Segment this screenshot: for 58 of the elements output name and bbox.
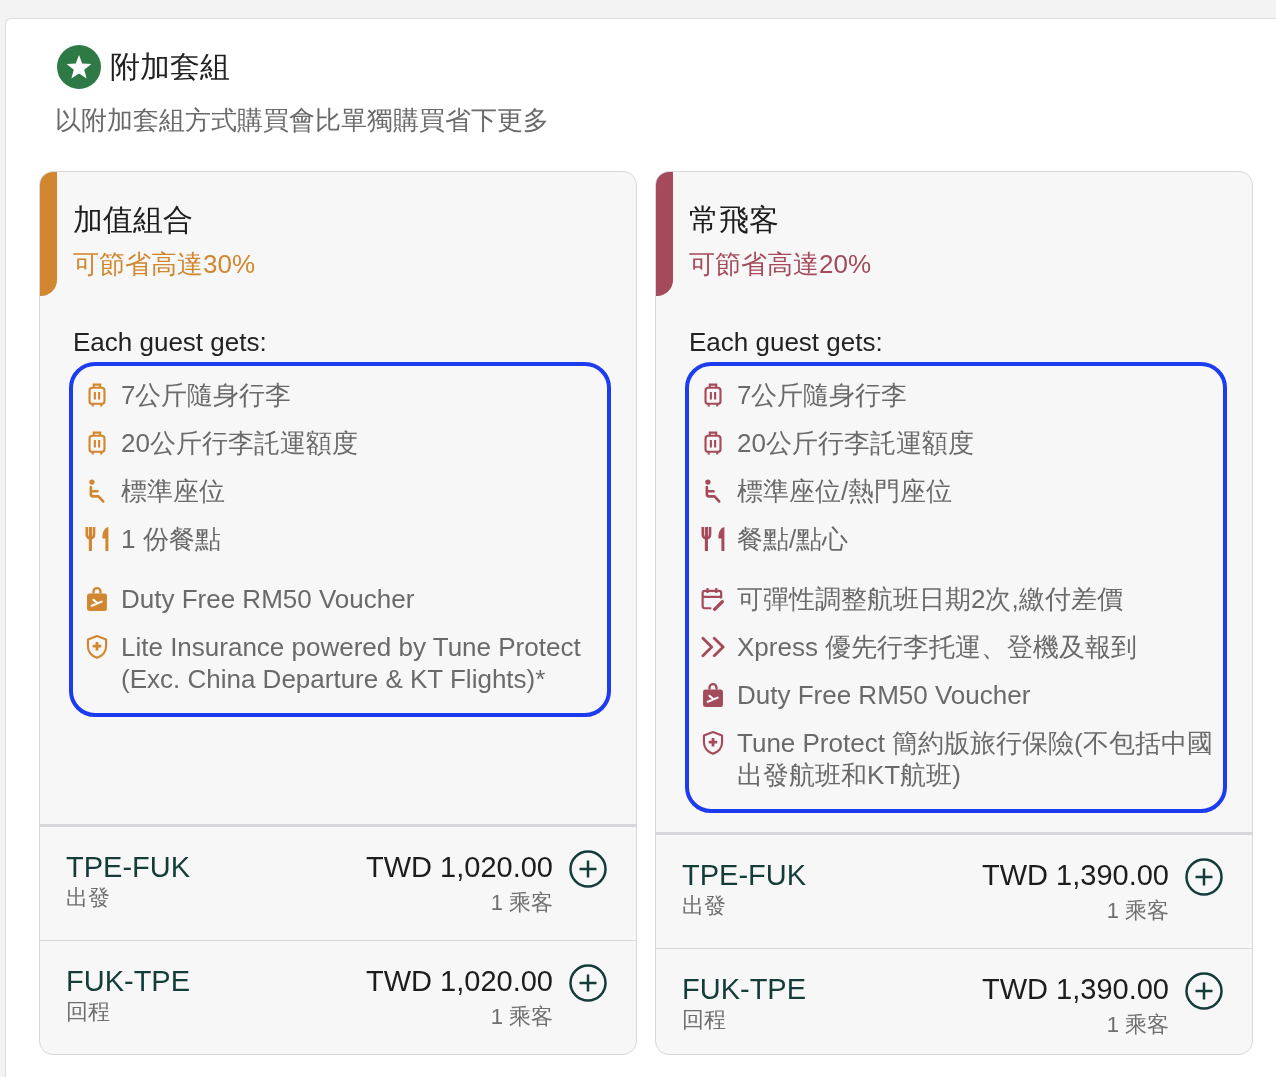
benefit-text: 20公斤行李託運額度 bbox=[121, 427, 358, 459]
suitcase-icon bbox=[701, 383, 725, 407]
passenger-count: 1 乘客 bbox=[489, 889, 553, 917]
bundle-title: 常飛客 bbox=[689, 202, 780, 238]
benefit-text: 7公斤隨身行李 bbox=[121, 379, 292, 411]
price-text: TWD 1,390.00 bbox=[982, 858, 1169, 892]
benefit-text: 可彈性調整航班日期2次,繳付差價 bbox=[737, 583, 1123, 615]
section-title: 附加套組 bbox=[110, 49, 230, 85]
benefit-text: Duty Free RM50 Voucher bbox=[121, 583, 415, 615]
shield-plus-icon bbox=[85, 635, 109, 659]
plus-circle-icon bbox=[569, 964, 607, 1002]
route-text: TPE-FUK bbox=[66, 850, 191, 884]
calendar-pencil-icon bbox=[701, 587, 725, 611]
benefit-text: 標準座位/熱門座位 bbox=[737, 475, 953, 507]
plus-circle-icon bbox=[1185, 972, 1223, 1010]
benefits-heading: Each guest gets: bbox=[689, 326, 884, 358]
shield-plus-icon bbox=[701, 731, 725, 755]
benefit-text: 20公斤行李託運額度 bbox=[737, 427, 974, 459]
route-text: FUK-TPE bbox=[66, 964, 191, 998]
benefit-text: 1 份餐點 bbox=[121, 523, 221, 555]
benefit-text: 餐點/點心 bbox=[737, 523, 849, 555]
benefits-heading: Each guest gets: bbox=[73, 326, 268, 358]
price-text: TWD 1,390.00 bbox=[982, 972, 1169, 1006]
savings-text: 可節省高達30% bbox=[73, 248, 256, 281]
benefit-text: Duty Free RM50 Voucher bbox=[737, 679, 1031, 711]
shopping-bag-icon bbox=[701, 683, 725, 707]
benefit-text: 7公斤隨身行李 bbox=[737, 379, 908, 411]
benefit-text: Lite Insurance powered by Tune Protect (Exc. China Departure & KT Flights)* bbox=[121, 631, 582, 695]
price-text: TWD 1,020.00 bbox=[366, 964, 553, 998]
route-text: FUK-TPE bbox=[682, 972, 807, 1006]
direction-text: 回程 bbox=[682, 1006, 727, 1034]
suitcase-icon bbox=[85, 431, 109, 455]
direction-text: 出發 bbox=[66, 884, 111, 912]
benefit-text: 標準座位 bbox=[121, 475, 225, 507]
price-text: TWD 1,020.00 bbox=[366, 850, 553, 884]
benefit-text: Tune Protect 簡約版旅行保險(不包括中國出發航班和KT航班) bbox=[737, 727, 1213, 791]
passenger-count: 1 乘客 bbox=[489, 1003, 553, 1031]
double-chevron-icon bbox=[701, 635, 725, 659]
add-button[interactable] bbox=[1185, 858, 1223, 896]
add-button[interactable] bbox=[569, 850, 607, 888]
benefit-text: Xpress 優先行李托運、登機及報到 bbox=[737, 631, 1138, 663]
savings-text: 可節省高達20% bbox=[689, 248, 872, 281]
passenger-count: 1 乘客 bbox=[1105, 897, 1169, 925]
passenger-count: 1 乘客 bbox=[1105, 1011, 1169, 1039]
suitcase-icon bbox=[701, 431, 725, 455]
route-text: TPE-FUK bbox=[682, 858, 807, 892]
direction-text: 出發 bbox=[682, 892, 727, 920]
plus-circle-icon bbox=[569, 850, 607, 888]
direction-text: 回程 bbox=[66, 998, 111, 1026]
add-button[interactable] bbox=[569, 964, 607, 1002]
add-button[interactable] bbox=[1185, 972, 1223, 1010]
fork-knife-icon bbox=[85, 527, 109, 551]
plus-circle-icon bbox=[1185, 858, 1223, 896]
section-subtitle: 以附加套組方式購買會比單獨購買省下更多 bbox=[55, 104, 550, 137]
bundle-title: 加值組合 bbox=[73, 202, 194, 238]
fork-knife-icon bbox=[701, 527, 725, 551]
shopping-bag-icon bbox=[85, 587, 109, 611]
suitcase-icon bbox=[85, 383, 109, 407]
